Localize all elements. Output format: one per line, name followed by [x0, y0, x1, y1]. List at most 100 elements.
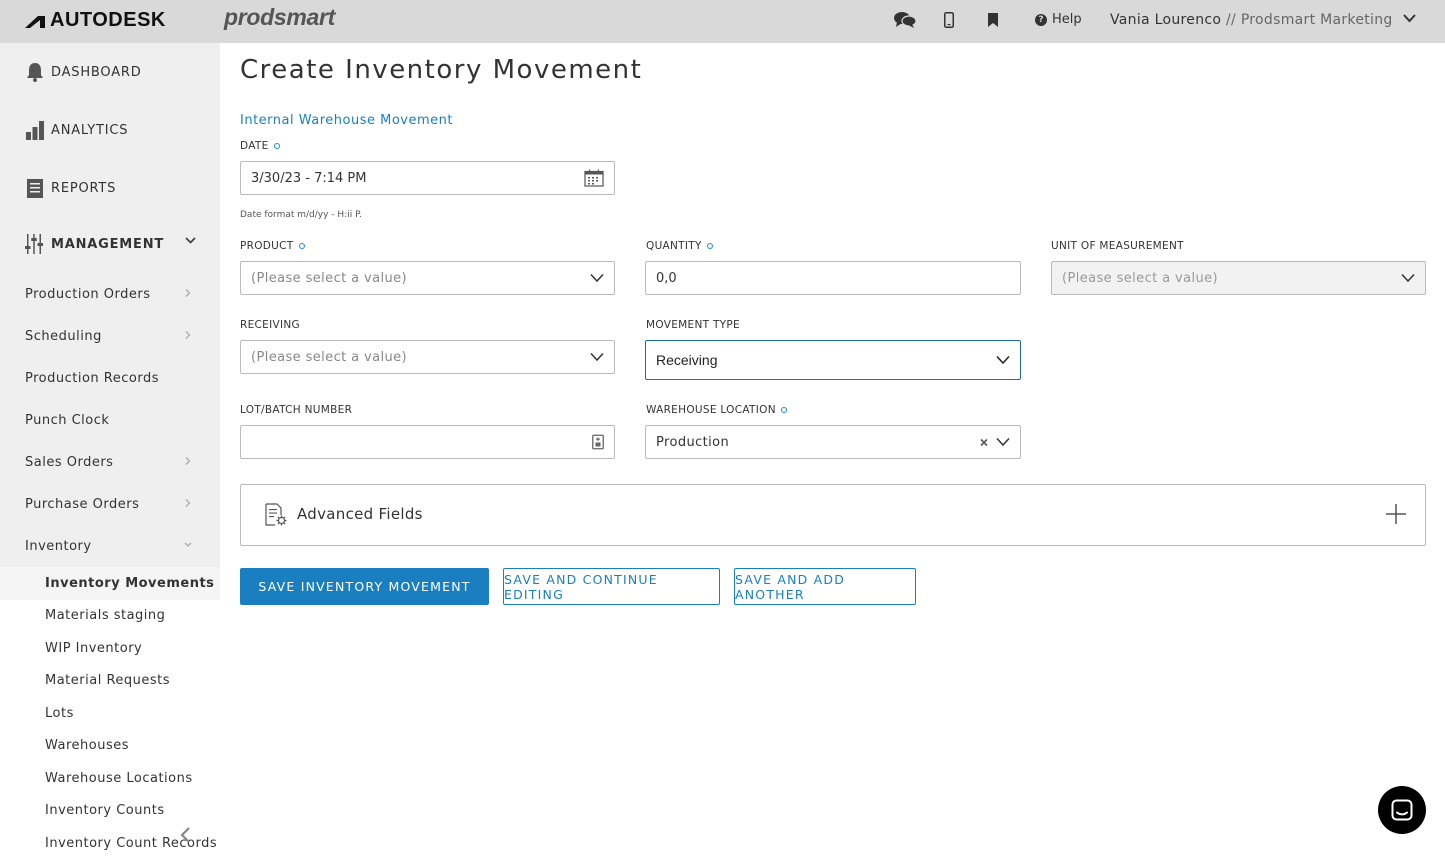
sidebar-item-dashboard[interactable]: DASHBOARD: [0, 43, 220, 101]
chat-launcher-button[interactable]: [1378, 786, 1426, 834]
sidebar-main-nav: DASHBOARD ANALYTICS REPORTS: [0, 43, 220, 215]
movement-type-label-text: MOVEMENT TYPE: [646, 319, 740, 331]
sidebar-item-label: Punch Clock: [25, 412, 110, 428]
sidebar-item-purchase-orders[interactable]: Purchase Orders: [0, 483, 220, 525]
sidebar-subitem-label: Warehouse Locations: [45, 770, 193, 786]
sidebar-subitem-materials-staging[interactable]: Materials staging: [0, 599, 220, 632]
chevron-right-icon: [185, 289, 191, 297]
movement-type-select[interactable]: Receiving: [645, 340, 1021, 380]
management-label: MANAGEMENT: [51, 236, 165, 252]
document-settings-icon: [264, 503, 288, 531]
sidebar-subitem-material-requests[interactable]: Material Requests: [0, 664, 220, 697]
user-menu[interactable]: Vania Lourenco // Prodsmart Marketing: [1110, 12, 1393, 28]
calendar-icon[interactable]: [584, 169, 604, 187]
sidebar-item-sales-orders[interactable]: Sales Orders: [0, 441, 220, 483]
bar-chart-icon: [24, 119, 46, 141]
required-indicator-icon: [706, 243, 713, 249]
brand-text: AUTODESK: [50, 9, 166, 31]
save-and-continue-editing-button[interactable]: SAVE AND CONTINUE EDITING: [503, 568, 720, 605]
sidebar-item-label: DASHBOARD: [51, 64, 142, 80]
chevron-down-icon: [185, 237, 196, 244]
sidebar-item-label: Purchase Orders: [25, 496, 140, 512]
sidebar-subitem-wip-inventory[interactable]: WIP Inventory: [0, 632, 220, 665]
clear-icon[interactable]: [980, 438, 988, 446]
sidebar-item-production-orders[interactable]: Production Orders: [0, 273, 220, 315]
chevron-down-icon: [590, 352, 604, 362]
sidebar-subitem-label: Lots: [45, 705, 74, 721]
barcode-icon[interactable]: [592, 434, 604, 450]
chevron-right-icon: [185, 331, 191, 339]
sidebar-item-scheduling[interactable]: Scheduling: [0, 315, 220, 357]
sidebar-item-label: Sales Orders: [25, 454, 114, 470]
chevron-down-icon: [590, 273, 604, 283]
warehouse-location-label-text: WAREHOUSE LOCATION: [646, 404, 776, 416]
warehouse-location-value: Production: [656, 434, 730, 450]
date-value: 3/30/23 - 7:14 PM: [251, 170, 367, 186]
prodsmart-logo[interactable]: prodsmart: [224, 4, 335, 31]
unit-label-text: UNIT OF MEASUREMENT: [1051, 240, 1184, 252]
quantity-input[interactable]: 0,0: [645, 261, 1021, 295]
sidebar-subitem-warehouse-locations[interactable]: Warehouse Locations: [0, 762, 220, 795]
product-select[interactable]: (Please select a value): [240, 261, 615, 295]
sidebar-item-production-records[interactable]: Production Records: [0, 357, 220, 399]
date-label: DATE: [240, 140, 280, 152]
save-and-add-another-button[interactable]: SAVE AND ADD ANOTHER: [734, 568, 916, 605]
chevron-down-icon: [184, 542, 192, 547]
movement-type-value: Receiving: [656, 352, 718, 368]
product-label-text: PRODUCT: [240, 240, 294, 252]
sidebar-item-analytics[interactable]: ANALYTICS: [0, 101, 220, 159]
bookmark-icon[interactable]: [981, 9, 1005, 31]
product-placeholder: (Please select a value): [251, 270, 408, 286]
advanced-fields-title: Advanced Fields: [297, 505, 423, 523]
sidebar-subitem-label: Material Requests: [45, 673, 171, 689]
internal-warehouse-movement-link[interactable]: Internal Warehouse Movement: [240, 113, 453, 128]
sidebar-item-inventory[interactable]: Inventory: [0, 525, 220, 567]
sidebar-subitem-lots[interactable]: Lots: [0, 697, 220, 730]
advanced-fields-panel[interactable]: Advanced Fields: [240, 484, 1426, 546]
receiving-select[interactable]: (Please select a value): [240, 340, 615, 374]
lot-batch-label: LOT/BATCH NUMBER: [240, 404, 352, 416]
chevron-right-icon: [185, 499, 191, 507]
lot-batch-label-text: LOT/BATCH NUMBER: [240, 404, 353, 416]
sidebar-item-punch-clock[interactable]: Punch Clock: [0, 399, 220, 441]
help-label: Help: [1052, 12, 1082, 27]
required-indicator-icon: [298, 243, 305, 249]
collapse-sidebar-icon[interactable]: [178, 826, 192, 844]
receiving-label-text: RECEIVING: [240, 319, 300, 331]
top-bar: AUTODESK prodsmart ? Help Vania Lourenco…: [0, 0, 1445, 43]
lot-batch-input[interactable]: [240, 425, 615, 459]
chevron-down-icon[interactable]: [996, 437, 1010, 447]
date-format-hint: Date format m/d/yy - H:ii P.: [240, 210, 362, 220]
page-title: Create Inventory Movement: [240, 55, 643, 85]
plus-icon[interactable]: [1385, 503, 1407, 529]
date-label-text: DATE: [240, 140, 269, 152]
sidebar-item-label: Production Records: [25, 370, 159, 386]
sidebar-subitem-warehouses[interactable]: Warehouses: [0, 729, 220, 762]
chevron-down-icon[interactable]: [1403, 14, 1416, 23]
warehouse-location-select[interactable]: Production: [645, 425, 1021, 459]
unit-label: UNIT OF MEASUREMENT: [1051, 240, 1184, 252]
sidebar-subitem-label: WIP Inventory: [45, 640, 143, 656]
sidebar-subitem-label: Inventory Counts: [45, 803, 165, 819]
sidebar-item-label: ANALYTICS: [51, 122, 129, 138]
chevron-right-icon: [185, 457, 191, 465]
sidebar-subitem-inventory-movements[interactable]: Inventory Movements: [0, 567, 220, 600]
chat-icon: [1391, 799, 1413, 821]
chat-bubbles-icon[interactable]: [893, 9, 917, 31]
date-field[interactable]: 3/30/23 - 7:14 PM: [240, 161, 615, 195]
clear-and-dropdown: [980, 437, 1010, 447]
user-name: Vania Lourenco: [1110, 12, 1222, 28]
unit-of-measurement-select[interactable]: (Please select a value): [1051, 261, 1426, 295]
quantity-label: QUANTITY: [646, 240, 713, 252]
product-label: PRODUCT: [240, 240, 305, 252]
mobile-phone-icon[interactable]: [937, 9, 961, 31]
sidebar-item-label: REPORTS: [51, 180, 117, 196]
sidebar-item-label: Inventory: [25, 538, 92, 554]
sidebar-section-management[interactable]: MANAGEMENT: [0, 215, 220, 273]
autodesk-logo[interactable]: AUTODESK: [24, 9, 166, 32]
sidebar-item-reports[interactable]: REPORTS: [0, 159, 220, 217]
help-link[interactable]: ? Help: [1035, 12, 1082, 27]
save-inventory-movement-button[interactable]: SAVE INVENTORY MOVEMENT: [240, 568, 489, 605]
sidebar-item-label: Scheduling: [25, 328, 102, 344]
sidebar-subitem-inventory-counts[interactable]: Inventory Counts: [0, 794, 220, 827]
